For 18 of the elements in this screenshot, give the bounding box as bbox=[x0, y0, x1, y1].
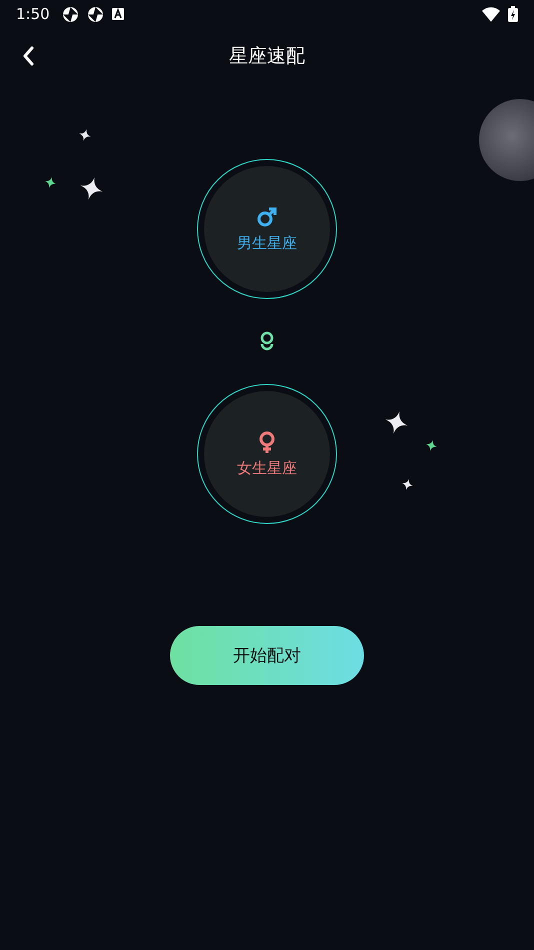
keyboard-a-icon bbox=[112, 8, 124, 20]
sparkle-icon bbox=[79, 129, 91, 141]
notification-icon bbox=[62, 6, 79, 22]
sparkle-icon bbox=[426, 440, 437, 451]
gender-choice-button[interactable]: 男生星座 bbox=[197, 159, 337, 299]
sparkle-icon bbox=[385, 411, 408, 434]
sparkle-icon bbox=[402, 479, 413, 490]
wifi-icon bbox=[482, 6, 500, 22]
sparkle-icon bbox=[45, 177, 56, 188]
male-symbol-icon bbox=[256, 206, 278, 228]
sparkle-icon bbox=[80, 177, 103, 200]
battery-icon bbox=[508, 6, 518, 22]
link-icon bbox=[260, 331, 274, 353]
page-title: 星座速配 bbox=[229, 44, 305, 69]
gender-choice-button[interactable]: 女生星座 bbox=[197, 384, 337, 524]
status-time: 1:50 bbox=[16, 5, 50, 23]
notification-icon bbox=[86, 6, 104, 22]
start-button[interactable]: 开始配对 bbox=[170, 626, 364, 685]
